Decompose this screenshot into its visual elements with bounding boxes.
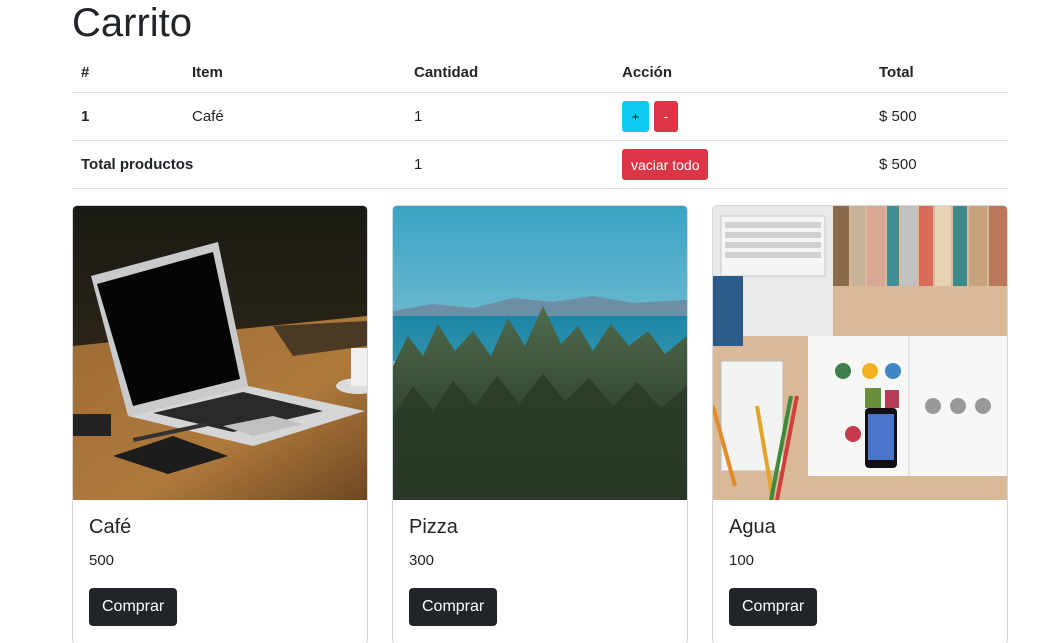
table-row: 1 Café 1 + - $ 500 [72, 93, 1008, 141]
cart-table: # Item Cantidad Acción Total 1 Café 1 + … [72, 52, 1008, 189]
header-quantity: Cantidad [414, 63, 479, 81]
header-index: # [81, 63, 90, 81]
row-total: $ 500 [879, 108, 917, 125]
row-quantity: 1 [414, 108, 423, 125]
increase-button[interactable]: + [622, 101, 649, 132]
product-card: Café 500 Comprar [72, 205, 368, 643]
product-title: Pizza [409, 516, 458, 538]
product-price: 100 [729, 552, 755, 569]
summary-row: Total productos 1 vaciar todo $ 500 [72, 141, 1008, 189]
product-title: Agua [729, 516, 776, 538]
buy-button[interactable]: Comprar [729, 588, 818, 626]
buy-button[interactable]: Comprar [89, 588, 178, 626]
product-image-laptop [73, 206, 367, 500]
product-price: 500 [89, 552, 115, 569]
decrease-button[interactable]: - [654, 101, 678, 132]
summary-total: $ 500 [879, 156, 917, 173]
table-header-row: # Item Cantidad Acción Total [72, 52, 1008, 93]
product-image-landscape [393, 206, 687, 500]
product-price: 300 [409, 552, 435, 569]
buy-button[interactable]: Comprar [409, 588, 498, 626]
header-action: Acción [622, 63, 673, 81]
summary-quantity: 1 [414, 156, 423, 173]
row-item-name: Café [192, 108, 224, 125]
header-total: Total [879, 63, 914, 81]
row-actions: + - [622, 93, 678, 140]
product-image-desk [713, 206, 1007, 500]
row-index: 1 [81, 108, 90, 125]
summary-label: Total productos [81, 156, 194, 173]
product-title: Café [89, 516, 132, 538]
page-title: Carrito [72, 1, 193, 45]
empty-cart-button[interactable]: vaciar todo [622, 149, 709, 180]
summary-actions: vaciar todo [622, 141, 709, 188]
header-item: Item [192, 63, 223, 81]
product-card: Agua 100 Comprar [712, 205, 1008, 643]
product-card: Pizza 300 Comprar [392, 205, 688, 643]
